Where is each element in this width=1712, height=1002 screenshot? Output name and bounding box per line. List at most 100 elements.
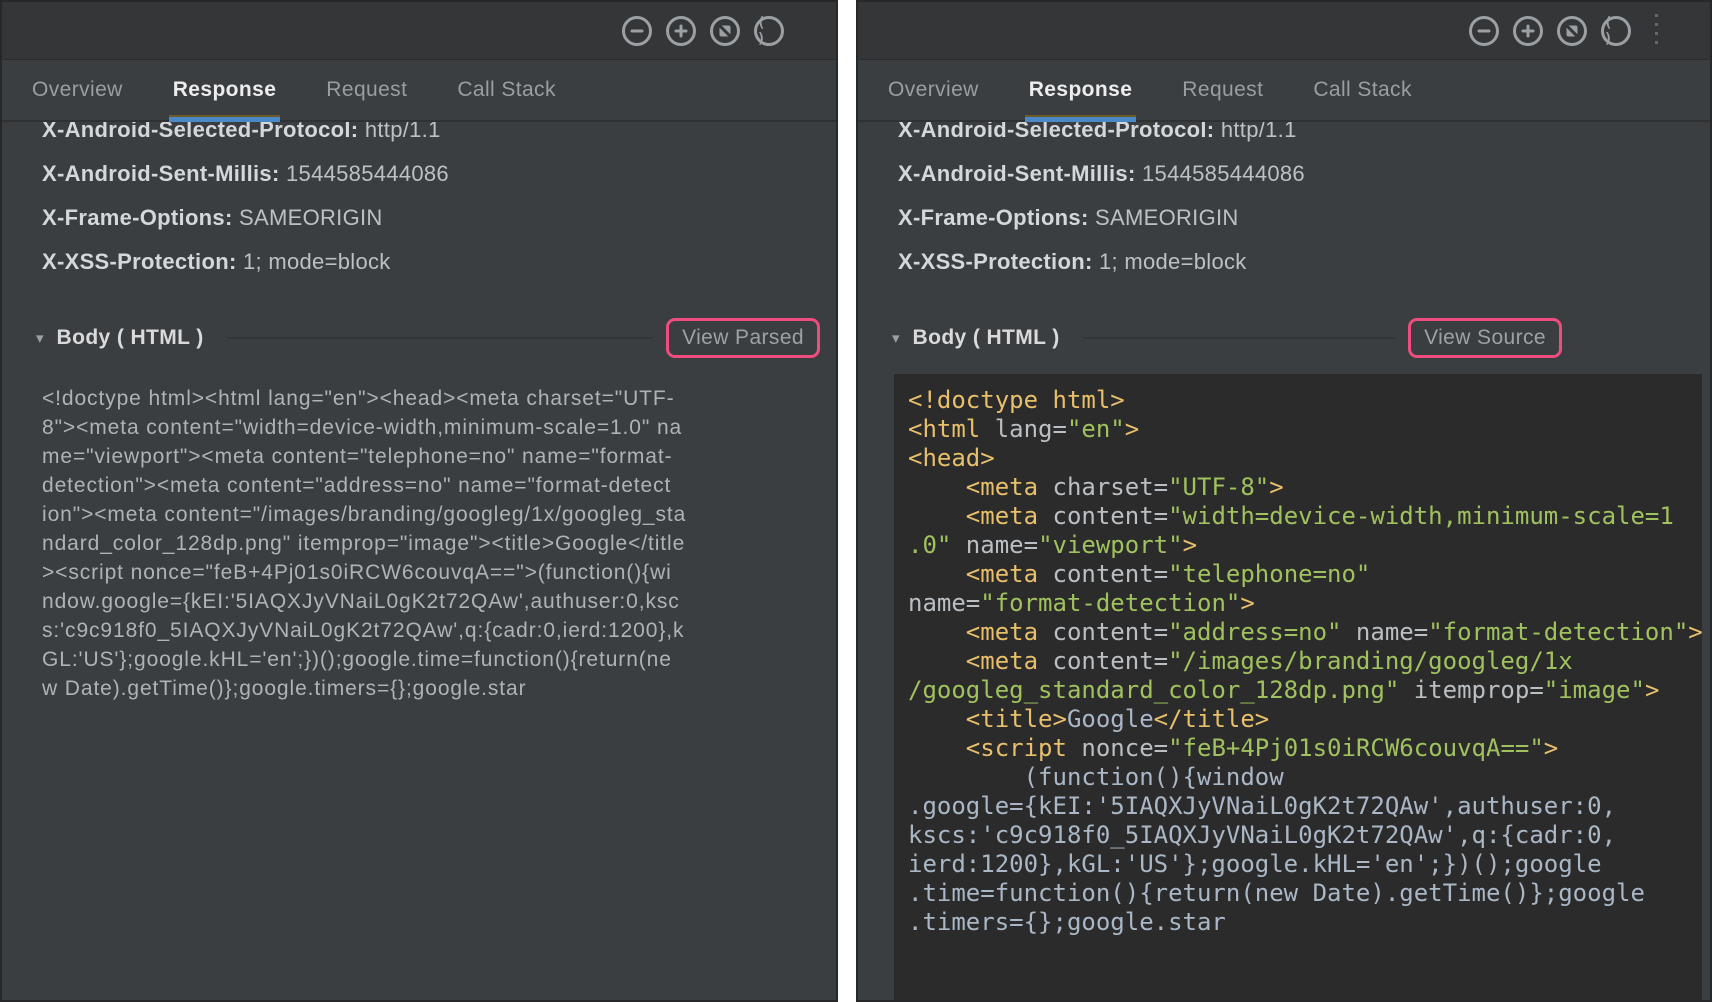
tab-call-stack[interactable]: Call Stack <box>1313 60 1412 120</box>
header-name: X-XSS-Protection <box>898 249 1099 275</box>
header-name: X-Android-Selected-Protocol <box>898 122 1221 143</box>
toolbar: ( ) <box>2 2 836 60</box>
code-line: <meta charset="UTF-8"> <box>908 473 1702 502</box>
code-line: /googleg_standard_color_128dp.png" itemp… <box>908 676 1702 705</box>
slashed-square-icon <box>1560 19 1584 43</box>
tab-request[interactable]: Request <box>326 60 407 120</box>
tab-overview[interactable]: Overview <box>32 60 123 120</box>
source-code: <!doctype html><html lang="en"><head> <m… <box>894 374 1702 1000</box>
code-line: <title>Google</title> <box>908 705 1702 734</box>
plus-circle-icon <box>669 19 693 43</box>
body-text-line: <!doctype html><html lang="en"><head><me… <box>42 384 836 413</box>
tab-overview[interactable]: Overview <box>888 60 979 120</box>
header-name: X-Android-Sent-Millis <box>42 161 286 187</box>
body-section-header: ▾ Body ( HTML ) View Source <box>858 318 1710 358</box>
body-text-line: detection"><meta content="address=no" na… <box>42 471 836 500</box>
header-name: X-Frame-Options <box>898 205 1095 231</box>
code-line: <meta content="telephone=no" <box>908 560 1702 589</box>
body-text-line: GL:'US'};google.kHL='en';})();google.tim… <box>42 645 836 674</box>
tab-response[interactable]: Response <box>1029 60 1133 120</box>
minus-circle-icon <box>1472 19 1496 43</box>
zoom-in-button[interactable] <box>666 16 696 46</box>
tab-request[interactable]: Request <box>1182 60 1263 120</box>
header-row: X-XSS-Protection1; mode=block <box>42 240 836 284</box>
body-section-title: Body ( HTML ) <box>913 326 1060 350</box>
brackets-icon: ( ) <box>1604 19 1628 43</box>
header-row: X-Android-Sent-Millis1544585444086 <box>898 152 1710 196</box>
clear-formatting-button[interactable] <box>1557 16 1587 46</box>
code-line: <meta content="width=device-width,minimu… <box>908 502 1702 531</box>
divider-line <box>226 337 654 339</box>
header-row: X-Frame-OptionsSAMEORIGIN <box>42 196 836 240</box>
divider-line <box>1082 337 1396 339</box>
drag-handle-dots[interactable] <box>1655 14 1658 47</box>
header-value: http/1.1 <box>365 122 441 143</box>
split-view: ( ) Overview Response Request Call Stack X-… <box>0 0 1712 1002</box>
header-value: SAMEORIGIN <box>239 205 383 231</box>
view-parsed-annotation-box: View Parsed <box>666 318 820 358</box>
clear-formatting-button[interactable] <box>710 16 740 46</box>
toolbar: ( ) <box>858 2 1710 60</box>
panel-parsed: ( ) Overview Response Request Call Stack X-… <box>0 0 838 1002</box>
view-source-annotation-box: View Source <box>1408 318 1562 358</box>
parsed-body-text: <!doctype html><html lang="en"><head><me… <box>42 384 836 703</box>
body-text-line: ndow.google={kEI:'5IAQXJyVNaiL0gK2t72QAw… <box>42 587 836 616</box>
soft-wrap-button[interactable]: ( ) <box>754 16 784 46</box>
code-line: (function(){window <box>908 763 1702 792</box>
code-line: <meta content="/images/branding/googleg/… <box>908 647 1702 676</box>
header-value: SAMEORIGIN <box>1095 205 1239 231</box>
tab-bar: Overview Response Request Call Stack <box>2 60 836 122</box>
zoom-out-button[interactable] <box>1469 16 1499 46</box>
response-content: X-Android-Selected-Protocolhttp/1.1X-And… <box>858 122 1710 1000</box>
header-value: 1544585444086 <box>286 161 449 187</box>
body-text-line: ><script nonce="feB+4Pj01s0iRCW6couvqA==… <box>42 558 836 587</box>
header-name: X-Android-Selected-Protocol <box>42 122 365 143</box>
body-section-title: Body ( HTML ) <box>57 326 204 350</box>
response-headers: X-Android-Selected-Protocolhttp/1.1X-And… <box>2 122 836 288</box>
code-line: .google={kEI:'5IAQXJyVNaiL0gK2t72QAw',au… <box>908 792 1702 821</box>
zoom-out-button[interactable] <box>622 16 652 46</box>
code-line: <script nonce="feB+4Pj01s0iRCW6couvqA=="… <box>908 734 1702 763</box>
header-name: X-XSS-Protection <box>42 249 243 275</box>
view-parsed-button[interactable]: View Parsed <box>682 326 804 349</box>
code-line: .timers={};google.star <box>908 908 1702 937</box>
code-line: .time=function(){return(new Date).getTim… <box>908 879 1702 908</box>
header-value: 1; mode=block <box>1099 249 1247 275</box>
code-line: name="format-detection"> <box>908 589 1702 618</box>
collapse-triangle-icon[interactable]: ▾ <box>892 329 900 347</box>
header-row: X-Android-Selected-Protocolhttp/1.1 <box>898 122 1710 152</box>
code-line: ierd:1200},kGL:'US'};google.kHL='en';})(… <box>908 850 1702 879</box>
header-name: X-Android-Sent-Millis <box>898 161 1142 187</box>
header-row: X-Android-Sent-Millis1544585444086 <box>42 152 836 196</box>
plus-circle-icon <box>1516 19 1540 43</box>
zoom-in-button[interactable] <box>1513 16 1543 46</box>
tab-bar: Overview Response Request Call Stack <box>858 60 1710 122</box>
body-text-line: ndard_color_128dp.png" itemprop="image">… <box>42 529 836 558</box>
body-text-line: ion"><meta content="/images/branding/goo… <box>42 500 836 529</box>
header-value: 1; mode=block <box>243 249 391 275</box>
header-name: X-Frame-Options <box>42 205 239 231</box>
body-text-line: 8"><meta content="width=device-width,min… <box>42 413 836 442</box>
header-row: X-Frame-OptionsSAMEORIGIN <box>898 196 1710 240</box>
view-source-button[interactable]: View Source <box>1424 326 1546 349</box>
collapse-triangle-icon[interactable]: ▾ <box>36 329 44 347</box>
tab-call-stack[interactable]: Call Stack <box>457 60 556 120</box>
header-value: http/1.1 <box>1221 122 1297 143</box>
header-row: X-XSS-Protection1; mode=block <box>898 240 1710 284</box>
code-line: <head> <box>908 444 1702 473</box>
body-section-header: ▾ Body ( HTML ) View Parsed <box>2 318 836 358</box>
response-content: X-Android-Selected-Protocolhttp/1.1X-And… <box>2 122 836 1000</box>
body-text-line: w Date).getTime()};google.timers={};goog… <box>42 674 836 703</box>
brackets-icon: ( ) <box>757 19 781 43</box>
tab-response[interactable]: Response <box>173 60 277 120</box>
body-text-line: s:'c9c918f0_5IAQXJyVNaiL0gK2t72QAw',q:{c… <box>42 616 836 645</box>
header-row: X-Android-Selected-Protocolhttp/1.1 <box>42 122 836 152</box>
code-line: kscs:'c9c918f0_5IAQXJyVNaiL0gK2t72QAw',q… <box>908 821 1702 850</box>
code-line: .0" name="viewport"> <box>908 531 1702 560</box>
panel-source: ( ) Overview Response Request Call Stack X-… <box>856 0 1712 1002</box>
response-headers: X-Android-Selected-Protocolhttp/1.1X-And… <box>858 122 1710 288</box>
minus-circle-icon <box>625 19 649 43</box>
soft-wrap-button[interactable]: ( ) <box>1601 16 1631 46</box>
slashed-square-icon <box>713 19 737 43</box>
body-text-line: me="viewport"><meta content="telephone=n… <box>42 442 836 471</box>
